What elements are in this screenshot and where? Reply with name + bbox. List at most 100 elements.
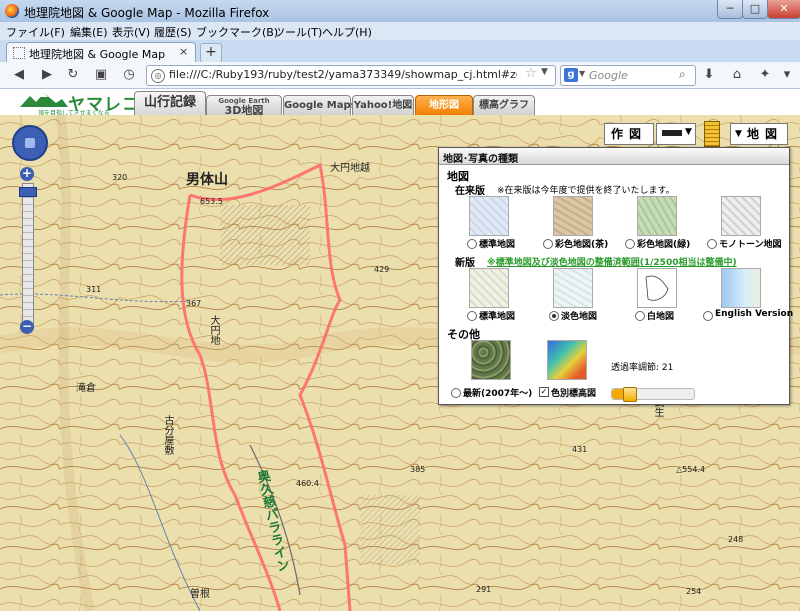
- url-text[interactable]: file:///C:/Ruby193/ruby/test2/yama373349…: [169, 68, 517, 81]
- menu-tools[interactable]: ツール(T): [274, 24, 322, 40]
- thumb-english[interactable]: [721, 268, 761, 308]
- reload-icon[interactable]: ↻: [64, 66, 82, 84]
- zoom-in-button[interactable]: +: [20, 167, 34, 181]
- radio-english[interactable]: [703, 311, 713, 321]
- download-icon[interactable]: ⬇: [700, 66, 718, 84]
- elevation-320: 320: [112, 173, 128, 182]
- new-tab-button[interactable]: +: [200, 43, 222, 63]
- menu-edit[interactable]: 編集(E): [70, 24, 108, 40]
- tab-topographic-map[interactable]: 地形図: [415, 95, 473, 116]
- thumb-color-brown[interactable]: [553, 196, 593, 236]
- thumb-monotone[interactable]: [721, 196, 761, 236]
- thumb-blank[interactable]: [637, 268, 677, 308]
- navigation-bar: ◀ ▶ ↻ ▣ ◷ ◎ file:///C:/Ruby193/ruby/test…: [0, 62, 800, 89]
- chevron-down-icon: ▼: [735, 129, 742, 139]
- tab-title: 地理院地図 & Google Map: [29, 48, 166, 61]
- label-standard-new: 標準地図: [479, 312, 516, 322]
- search-bar[interactable]: g ▼ Google ⌕: [560, 65, 696, 86]
- shinpan-coverage-link[interactable]: ※標準地図及び淡色地図の整備済範囲(1/2500相当は整備中): [487, 255, 737, 268]
- menu-file[interactable]: ファイル(F): [6, 24, 65, 40]
- thumb-pale[interactable]: [553, 268, 593, 308]
- pan-control[interactable]: [12, 125, 48, 161]
- url-dropdown-icon[interactable]: ▼: [541, 67, 548, 77]
- thumb-color-green[interactable]: [637, 196, 677, 236]
- map-canvas[interactable]: 男体山 大円地越 大円地 滝倉 古分屋敷 奥久慈パラライン 曽根 武生 653.…: [0, 115, 800, 611]
- yamareco-app: ヤマレコ 頂を目指してきせまくなる 山行記録 Google Earth 3D地図…: [0, 89, 800, 611]
- elevation-254: 254: [686, 587, 702, 596]
- thumb-elevation-color[interactable]: [547, 340, 587, 380]
- radio-standard-new[interactable]: [467, 311, 477, 321]
- label-color-green: 彩色地図(緑): [637, 240, 691, 250]
- measure-tool-button[interactable]: ▼: [656, 123, 696, 145]
- menu-help[interactable]: ヘルプ(H): [322, 24, 372, 40]
- blank-map-outline-icon: [645, 275, 669, 301]
- tab-google-earth[interactable]: Google Earth 3D地図: [206, 95, 282, 116]
- radio-pale[interactable]: [549, 311, 559, 321]
- menu-view[interactable]: 表示(V): [112, 24, 150, 40]
- tab-yahoo-map[interactable]: Yahoo!地図: [352, 95, 414, 116]
- label-elevation-color: 色別標高図: [551, 389, 597, 399]
- zairai-note: ※在来版は今年度で提供を終了いたします。: [497, 186, 675, 196]
- tab-google-maps[interactable]: Google Maps: [283, 95, 357, 116]
- opacity-slider-handle[interactable]: [623, 387, 637, 402]
- back-icon[interactable]: ◀: [10, 66, 28, 84]
- pan-center-icon[interactable]: [25, 138, 35, 148]
- minimize-button[interactable]: ─: [717, 0, 743, 19]
- history-clock-icon[interactable]: ◷: [120, 66, 138, 84]
- label-takikura: 滝倉: [76, 383, 96, 394]
- label-pale: 淡色地図: [561, 312, 598, 322]
- tab-record[interactable]: 山行記録: [134, 91, 206, 116]
- elevation-367: 367: [186, 299, 202, 308]
- elevation-460: 460.4: [296, 479, 319, 488]
- search-icon[interactable]: ⌕: [679, 67, 686, 82]
- map-type-label: 地図: [747, 127, 784, 141]
- label-english: English Version: [715, 309, 794, 319]
- google-icon[interactable]: g: [564, 68, 578, 82]
- shinpan-label: 新版: [455, 258, 475, 269]
- zairai-label: 在来版: [455, 186, 485, 197]
- thumb-standard-old[interactable]: [469, 196, 509, 236]
- forward-icon[interactable]: ▶: [38, 66, 56, 84]
- tab-elevation-graph[interactable]: 標高グラフ: [473, 95, 535, 116]
- radio-monotone[interactable]: [707, 239, 717, 249]
- label-kobun-yashiki: 古分屋敷: [162, 415, 173, 455]
- tab-strip: 地理院地図 & Google Map × +: [0, 40, 800, 63]
- elevation-429: 429: [374, 265, 390, 274]
- draw-tool-button[interactable]: 作図: [604, 123, 654, 145]
- menu-chevron-icon[interactable]: ▾: [778, 66, 796, 84]
- menu-history[interactable]: 履歴(S): [154, 24, 192, 40]
- thumb-photo-latest[interactable]: [471, 340, 511, 380]
- checkbox-elevation-color[interactable]: ✓: [539, 387, 549, 397]
- zoom-slider[interactable]: [22, 183, 34, 325]
- elevation-385: 385: [410, 465, 426, 474]
- radio-blank[interactable]: [635, 311, 645, 321]
- panel-title: 地図･写真の種類: [443, 154, 518, 165]
- thumb-standard-new[interactable]: [469, 268, 509, 308]
- home-icon[interactable]: ⌂: [728, 66, 746, 84]
- url-bar[interactable]: ◎ file:///C:/Ruby193/ruby/test2/yama3733…: [146, 65, 556, 86]
- zoom-slider-handle[interactable]: [19, 187, 37, 197]
- tab-close-icon[interactable]: ×: [179, 45, 188, 58]
- tab-map[interactable]: 地理院地図 & Google Map ×: [6, 42, 196, 63]
- search-engine-dropdown-icon[interactable]: ▼: [579, 69, 585, 78]
- mountain-logo-icon: [20, 93, 68, 107]
- zoom-out-button[interactable]: −: [20, 320, 34, 334]
- opacity-slider[interactable]: [611, 387, 695, 402]
- radio-color-brown[interactable]: [543, 239, 553, 249]
- radio-standard-old[interactable]: [467, 239, 477, 249]
- close-window-button[interactable]: ✕: [767, 0, 800, 19]
- ruler-icon: [662, 130, 682, 136]
- chevron-down-icon[interactable]: ▼: [685, 127, 692, 137]
- page-icon-button[interactable]: ▣: [92, 66, 110, 84]
- search-input[interactable]: Google: [589, 69, 628, 82]
- map-type-button[interactable]: ▼ 地図: [730, 123, 788, 145]
- radio-color-green[interactable]: [625, 239, 635, 249]
- bookmark-star-icon[interactable]: ☆: [525, 66, 537, 81]
- addon-icon[interactable]: ✦: [756, 66, 774, 84]
- menu-bookmarks[interactable]: ブックマーク(B): [196, 24, 278, 40]
- maximize-button[interactable]: □: [742, 0, 768, 19]
- scale-bar-icon[interactable]: [704, 121, 720, 147]
- elevation-554: △554.4: [676, 465, 706, 474]
- radio-photo-latest[interactable]: [451, 388, 461, 398]
- label-standard-old: 標準地図: [479, 240, 516, 250]
